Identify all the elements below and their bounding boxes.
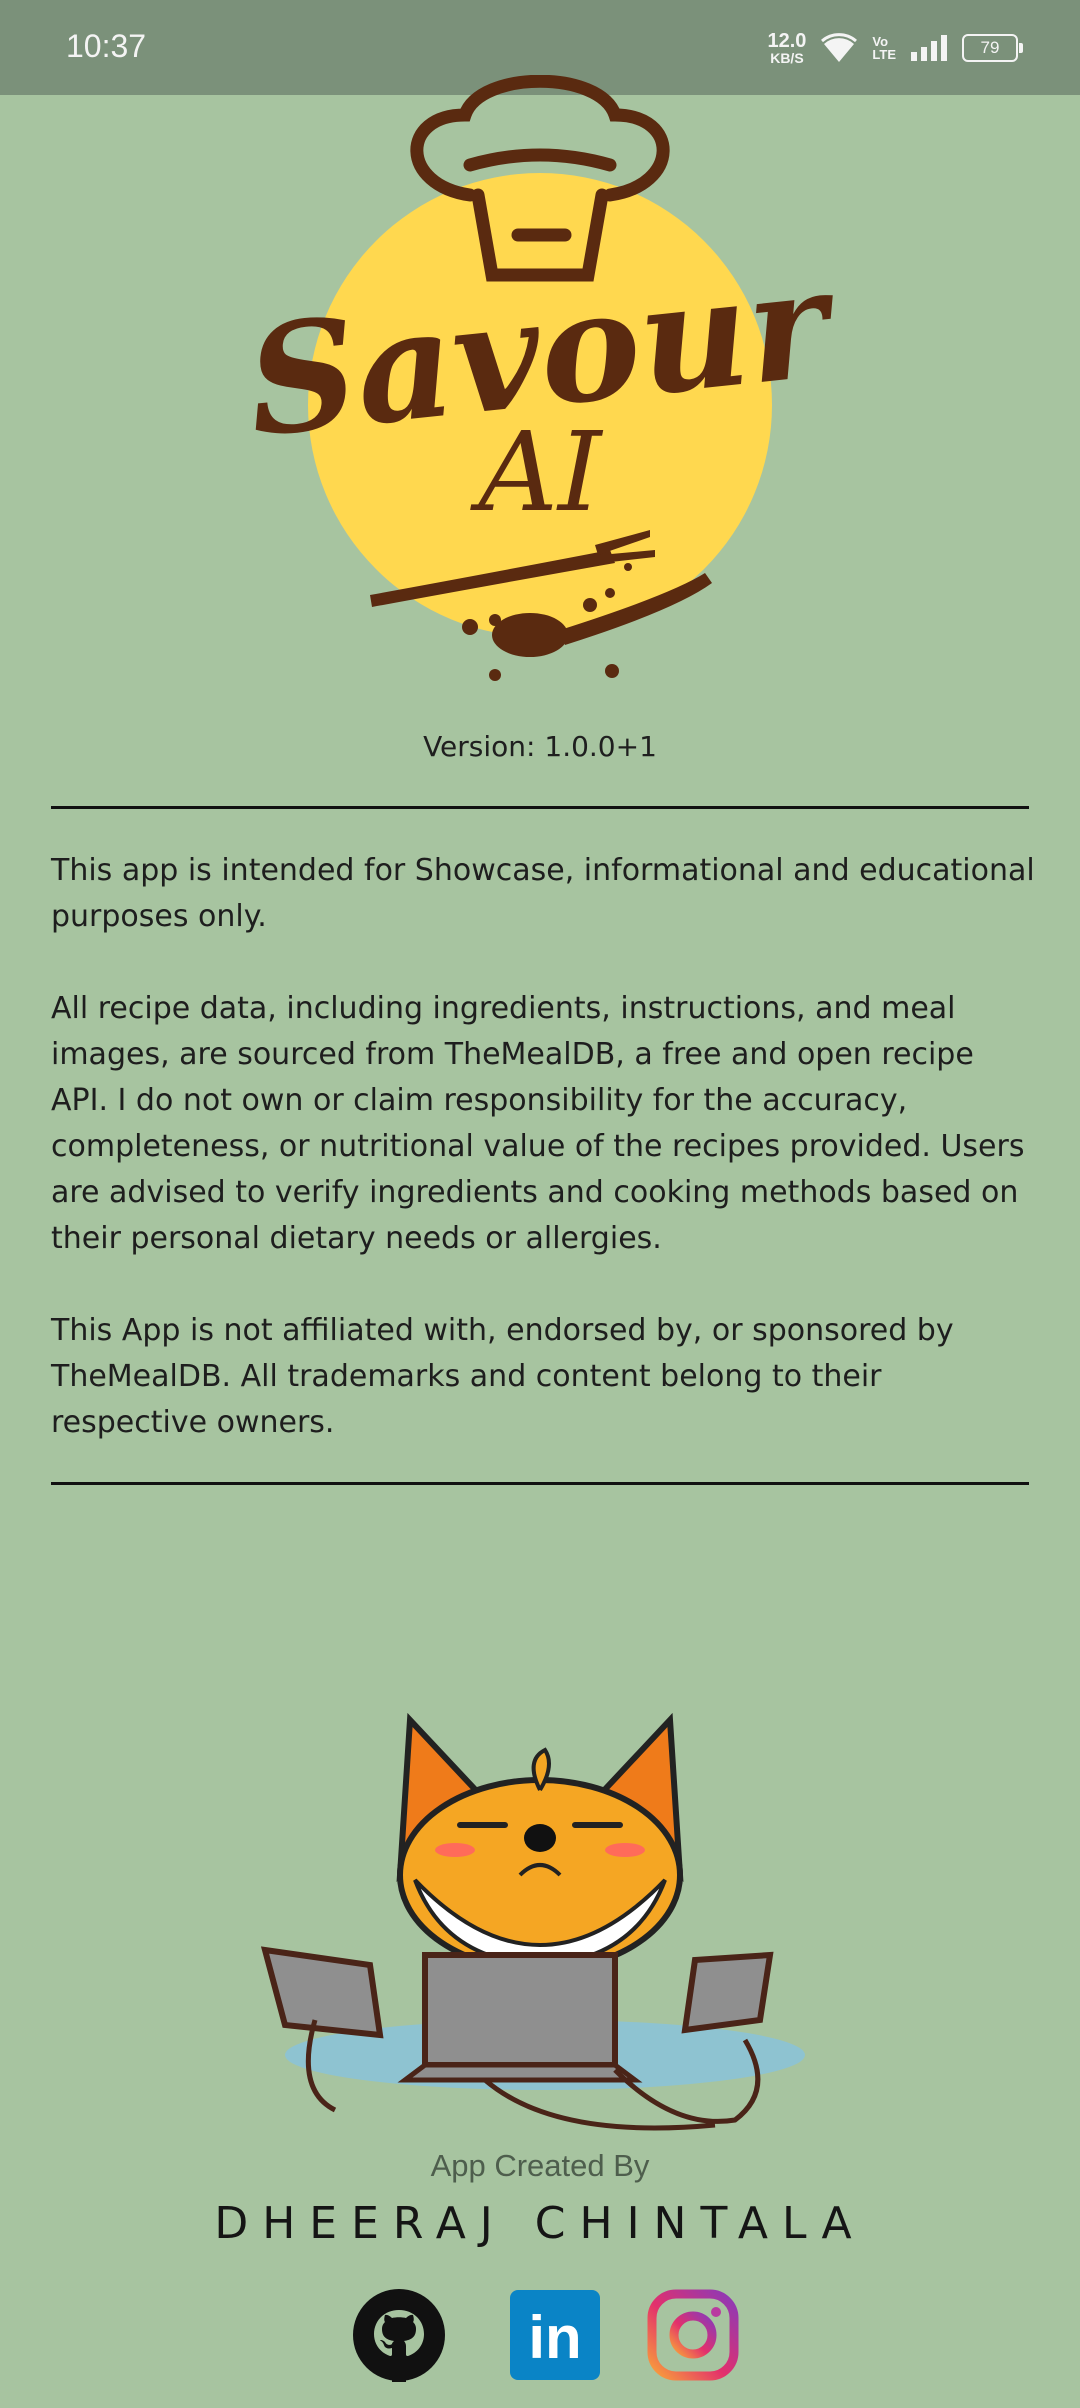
divider-bottom [51, 1482, 1029, 1485]
status-time: 10:37 [66, 28, 147, 64]
github-icon[interactable] [352, 2288, 446, 2382]
disclaimer-paragraph-3: This App is not affiliated with, endorse… [51, 1313, 954, 1440]
disclaimer-text: This app is intended for Showcase, infor… [51, 848, 1036, 1492]
volte-indicator: Vo LTE [872, 35, 896, 61]
logo-subtitle: AI [470, 408, 604, 536]
network-speed-unit: KB/S [770, 50, 804, 66]
divider-top [51, 806, 1029, 809]
network-speed-value: 12.0 [767, 30, 807, 52]
disclaimer-paragraph-2: All recipe data, including ingredients, … [51, 991, 1025, 1256]
created-by-label: App Created By [430, 2148, 650, 2183]
battery-icon: 79 [962, 34, 1023, 62]
status-icons: 12.0 KB/S Vo LTE 79 [767, 24, 1023, 72]
signal-icon [911, 35, 947, 61]
linkedin-icon[interactable]: in [508, 2288, 602, 2382]
disclaimer-paragraph-1: This app is intended for Showcase, infor… [51, 853, 1035, 934]
volte-bottom: LTE [872, 47, 896, 62]
author-name: DHEERAJ CHINTALA [214, 2198, 866, 2249]
savour-ai-logo: Savour AI [240, 75, 846, 681]
wifi-icon [821, 33, 858, 62]
fox-mascot-illustration [260, 1712, 805, 2131]
instagram-icon[interactable] [646, 2288, 740, 2382]
app-version: Version: 1.0.0+1 [423, 730, 657, 763]
linkedin-icon-text: in [528, 2304, 581, 2371]
network-speed: 12.0 KB/S [767, 31, 806, 65]
